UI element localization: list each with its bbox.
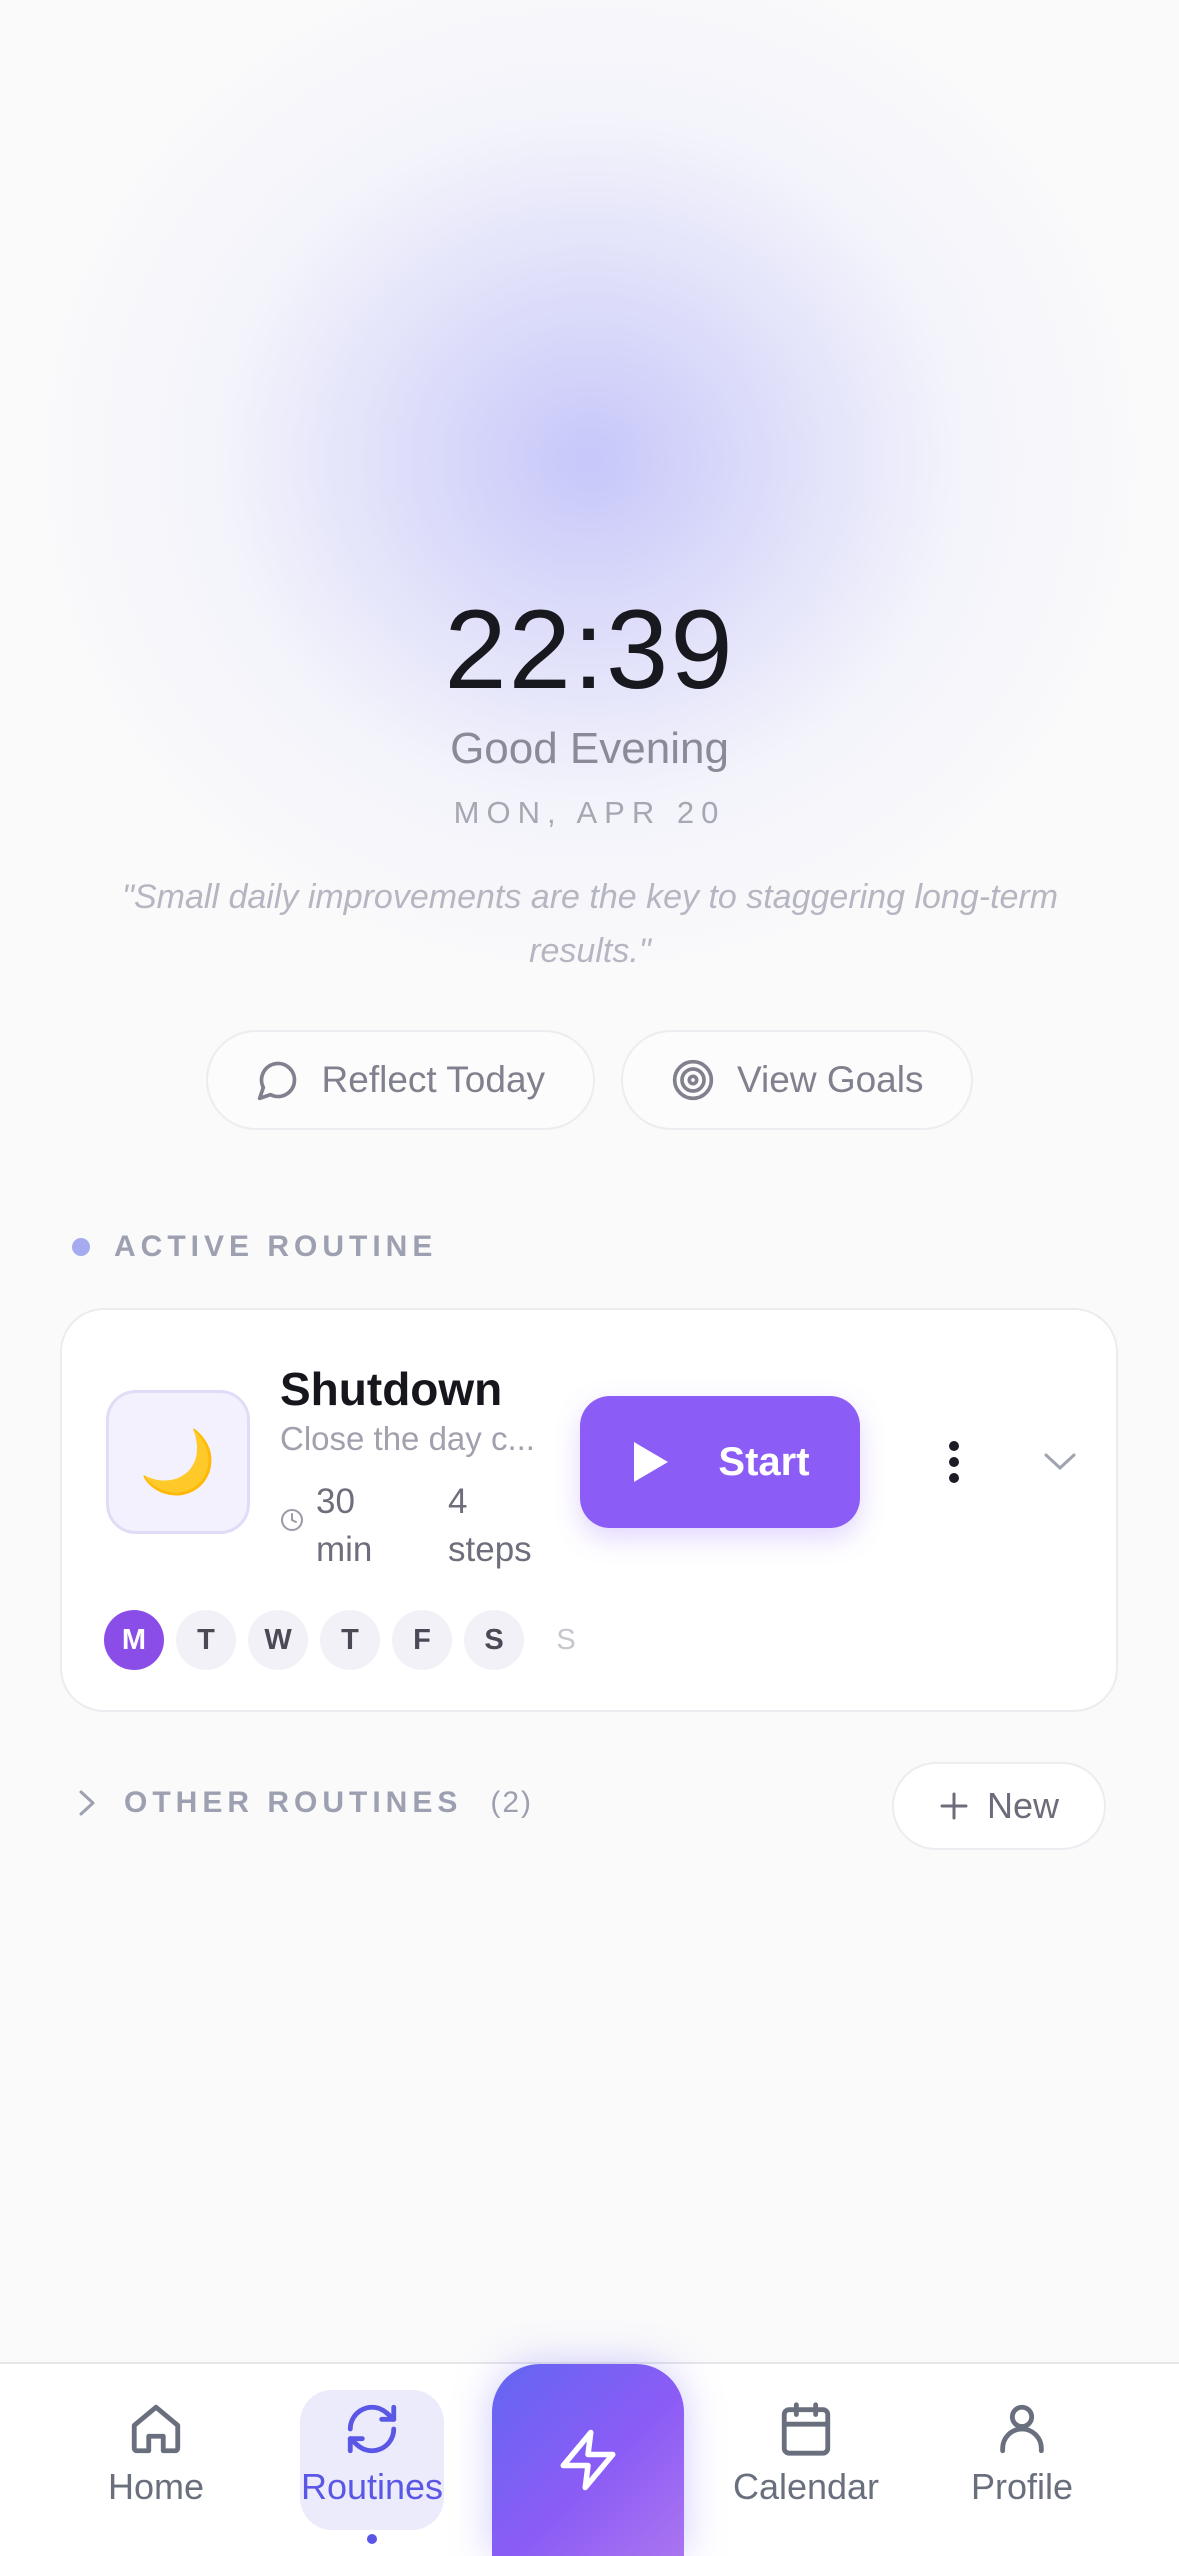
refresh-icon: [347, 2404, 397, 2454]
view-goals-label: View Goals: [737, 1059, 924, 1100]
routine-card[interactable]: 🌙 Shutdown Close the day c... 30 min 4 s…: [60, 1308, 1118, 1712]
routine-duration: 30 min: [280, 1478, 396, 1574]
target-icon: [672, 1059, 714, 1101]
tab-calendar[interactable]: Calendar: [726, 2400, 886, 2508]
new-routine-button[interactable]: New: [892, 1762, 1106, 1850]
routine-meta: 30 min 4 steps: [280, 1478, 548, 1574]
routine-description: Close the day c...: [280, 1420, 535, 1457]
other-routines-label: OTHER ROUTINES: [124, 1786, 463, 1819]
more-options-button[interactable]: [924, 1432, 984, 1492]
daily-quote: "Small daily improvements are the key to…: [121, 878, 1059, 970]
day-monday[interactable]: M: [104, 1610, 164, 1670]
day-tuesday[interactable]: T: [176, 1610, 236, 1670]
clock-time: 22:39: [444, 587, 735, 712]
other-routines-toggle[interactable]: OTHER ROUTINES (2): [78, 1786, 533, 1820]
active-routine-label: ACTIVE ROUTINE: [114, 1230, 438, 1263]
start-label: Start: [718, 1439, 810, 1484]
day-wednesday[interactable]: W: [248, 1610, 308, 1670]
quick-actions: Reflect Today View Goals: [0, 1030, 1179, 1130]
moon-icon: 🌙: [106, 1390, 250, 1534]
reflect-today-button[interactable]: Reflect Today: [205, 1030, 596, 1130]
duration-text: 30 min: [316, 1482, 373, 1569]
tab-profile[interactable]: Profile: [942, 2400, 1102, 2508]
routine-title: Shutdown: [280, 1363, 503, 1415]
other-routines-count: (2): [490, 1786, 534, 1819]
calendar-icon: [781, 2402, 831, 2456]
reflect-today-label: Reflect Today: [321, 1059, 546, 1100]
new-label: New: [986, 1785, 1060, 1826]
tab-routines[interactable]: Routines: [292, 2400, 452, 2508]
chevron-right-icon: [79, 1790, 95, 1816]
day-friday[interactable]: F: [392, 1610, 452, 1670]
weekday-selector: M T W T F S S: [104, 1610, 596, 1670]
date-text: MON, APR 20: [453, 795, 726, 830]
user-icon: [1000, 2404, 1044, 2454]
steps-text: 4 steps: [448, 1482, 532, 1569]
quick-action-button[interactable]: [492, 2364, 684, 2556]
active-tab-indicator: [367, 2534, 377, 2544]
routines-screen: 22:39 Good Evening MON, APR 20 "Small da…: [0, 0, 1179, 2556]
expand-button[interactable]: [1030, 1432, 1090, 1492]
day-saturday[interactable]: S: [464, 1610, 524, 1670]
play-icon: [634, 1442, 669, 1482]
day-thursday[interactable]: T: [320, 1610, 380, 1670]
greeting-text: Good Evening: [450, 724, 729, 773]
active-routine-heading: ACTIVE ROUTINE: [72, 1230, 437, 1264]
day-sunday[interactable]: S: [536, 1610, 596, 1670]
tab-home-label: Home: [107, 2466, 205, 2507]
tab-home[interactable]: Home: [76, 2400, 236, 2508]
chevron-down-icon: [1044, 1453, 1076, 1470]
view-goals-button[interactable]: View Goals: [621, 1030, 974, 1130]
tab-calendar-label: Calendar: [732, 2466, 880, 2507]
plus-icon: [940, 1792, 968, 1820]
start-routine-button[interactable]: Start: [580, 1396, 860, 1528]
home-icon: [131, 2404, 181, 2454]
tab-profile-label: Profile: [970, 2466, 1074, 2507]
lightning-icon: [560, 2429, 616, 2491]
more-vertical-icon: [949, 1441, 959, 1483]
status-dot: [72, 1238, 90, 1256]
clock-icon: [281, 1509, 303, 1531]
chat-bubble-icon: [257, 1061, 296, 1101]
tab-routines-label: Routines: [300, 2466, 444, 2507]
